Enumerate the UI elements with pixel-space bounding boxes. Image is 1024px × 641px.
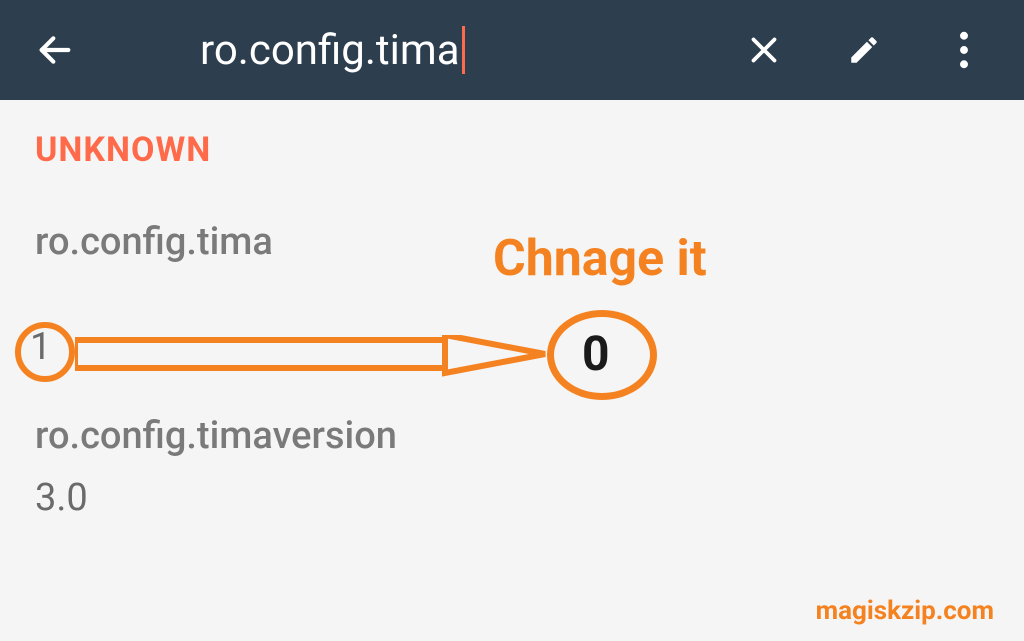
text-cursor	[462, 26, 465, 74]
content-area: UNKNOWN ro.config.tima ro.config.timaver…	[0, 100, 1024, 550]
top-bar: ro.config.tima	[0, 0, 1024, 100]
clear-button[interactable]	[744, 30, 784, 70]
more-vert-icon	[959, 31, 969, 69]
close-icon	[746, 32, 782, 68]
back-button[interactable]	[30, 25, 80, 75]
top-actions	[744, 30, 984, 70]
pencil-icon	[847, 33, 881, 67]
arrow-back-icon	[35, 30, 75, 70]
property-key: ro.config.tima	[35, 220, 989, 264]
edit-button[interactable]	[844, 30, 884, 70]
search-input-text: ro.config.tima	[200, 26, 460, 75]
property-value: 3.0	[35, 476, 989, 520]
property-item[interactable]: ro.config.tima	[35, 220, 989, 264]
section-header: UNKNOWN	[35, 130, 989, 170]
more-button[interactable]	[944, 30, 984, 70]
watermark: magiskzip.com	[816, 596, 994, 626]
property-key: ro.config.timaversion	[35, 414, 989, 458]
property-value: 1	[30, 325, 51, 369]
search-field[interactable]: ro.config.tima	[200, 26, 744, 75]
property-item[interactable]: ro.config.timaversion 3.0	[35, 414, 989, 520]
